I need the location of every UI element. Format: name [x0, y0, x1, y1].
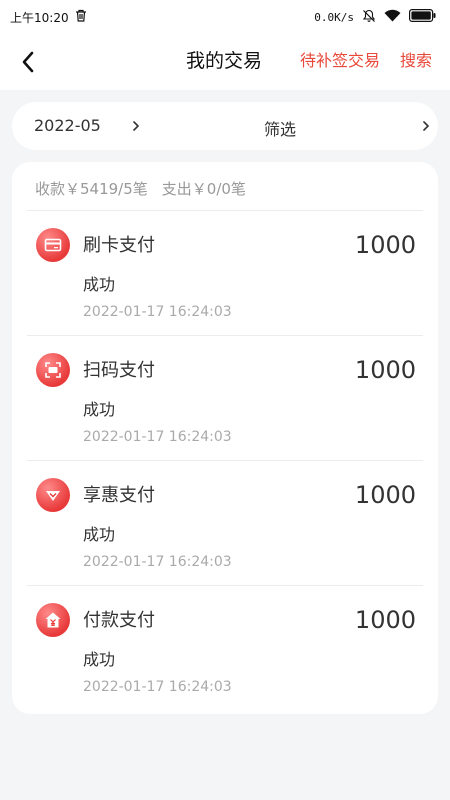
income-summary: 收款￥5419/5笔 — [35, 180, 148, 198]
expense-summary: 支出￥0/0笔 — [161, 180, 246, 198]
pending-signature-link[interactable]: 待补签交易 — [300, 50, 380, 72]
scan-pay-icon — [36, 353, 70, 387]
transaction-amount: 1000 — [354, 606, 416, 634]
transaction-amount: 1000 — [354, 231, 416, 259]
search-link[interactable]: 搜索 — [400, 50, 432, 72]
transaction-amount: 1000 — [354, 481, 416, 509]
transaction-type: 扫码支付 — [83, 360, 155, 381]
transaction-status: 成功 — [83, 525, 116, 544]
network-speed: 0.0K/s — [314, 10, 354, 24]
page-title: 我的交易 — [186, 50, 263, 72]
transaction-item[interactable]: 刷卡支付 1000 成功 2022-01-17 16:24:03 — [12, 211, 438, 335]
transaction-time: 2022-01-17 16:24:03 — [83, 429, 232, 445]
mute-icon — [362, 9, 376, 26]
transaction-summary: 收款￥5419/5笔 支出￥0/0笔 — [35, 178, 246, 199]
transaction-time: 2022-01-17 16:24:03 — [83, 554, 232, 570]
card-pay-icon — [36, 228, 70, 262]
month-selector[interactable]: 2022-05 — [34, 116, 101, 135]
status-time: 上午10:20 — [10, 10, 69, 25]
transaction-type: 享惠支付 — [83, 485, 155, 506]
chevron-left-icon — [22, 51, 34, 73]
transaction-time: 2022-01-17 16:24:03 — [83, 304, 232, 320]
transaction-item[interactable]: 享惠支付 1000 成功 2022-01-17 16:24:03 — [12, 461, 438, 585]
transaction-item[interactable]: 扫码支付 1000 成功 2022-01-17 16:24:03 — [12, 336, 438, 460]
transaction-status: 成功 — [83, 400, 116, 419]
transaction-status: 成功 — [83, 650, 116, 669]
status-bar: 上午10:20 0.0K/s — [0, 0, 450, 34]
chevron-right-icon[interactable] — [128, 117, 144, 135]
transaction-list: 收款￥5419/5笔 支出￥0/0笔 刷卡支付 1000 成功 2022-01-… — [12, 162, 438, 714]
back-button[interactable] — [14, 48, 42, 76]
trash-icon — [75, 9, 87, 25]
transaction-item[interactable]: 付款支付 1000 成功 2022-01-17 16:24:03 — [12, 586, 438, 710]
transaction-time: 2022-01-17 16:24:03 — [83, 679, 232, 695]
chevron-right-icon[interactable] — [418, 117, 434, 135]
nav-bar: 我的交易 待补签交易 搜索 — [0, 34, 450, 90]
transaction-type: 刷卡支付 — [83, 235, 155, 256]
filter-bar: 2022-05 筛选 — [12, 102, 438, 150]
discount-pay-icon — [36, 478, 70, 512]
payment-pay-icon — [36, 603, 70, 637]
transaction-amount: 1000 — [354, 356, 416, 384]
transaction-status: 成功 — [83, 275, 116, 294]
transaction-type: 付款支付 — [83, 610, 155, 631]
filter-button[interactable]: 筛选 — [264, 116, 296, 140]
wifi-icon — [384, 9, 401, 25]
battery-icon — [409, 9, 436, 25]
